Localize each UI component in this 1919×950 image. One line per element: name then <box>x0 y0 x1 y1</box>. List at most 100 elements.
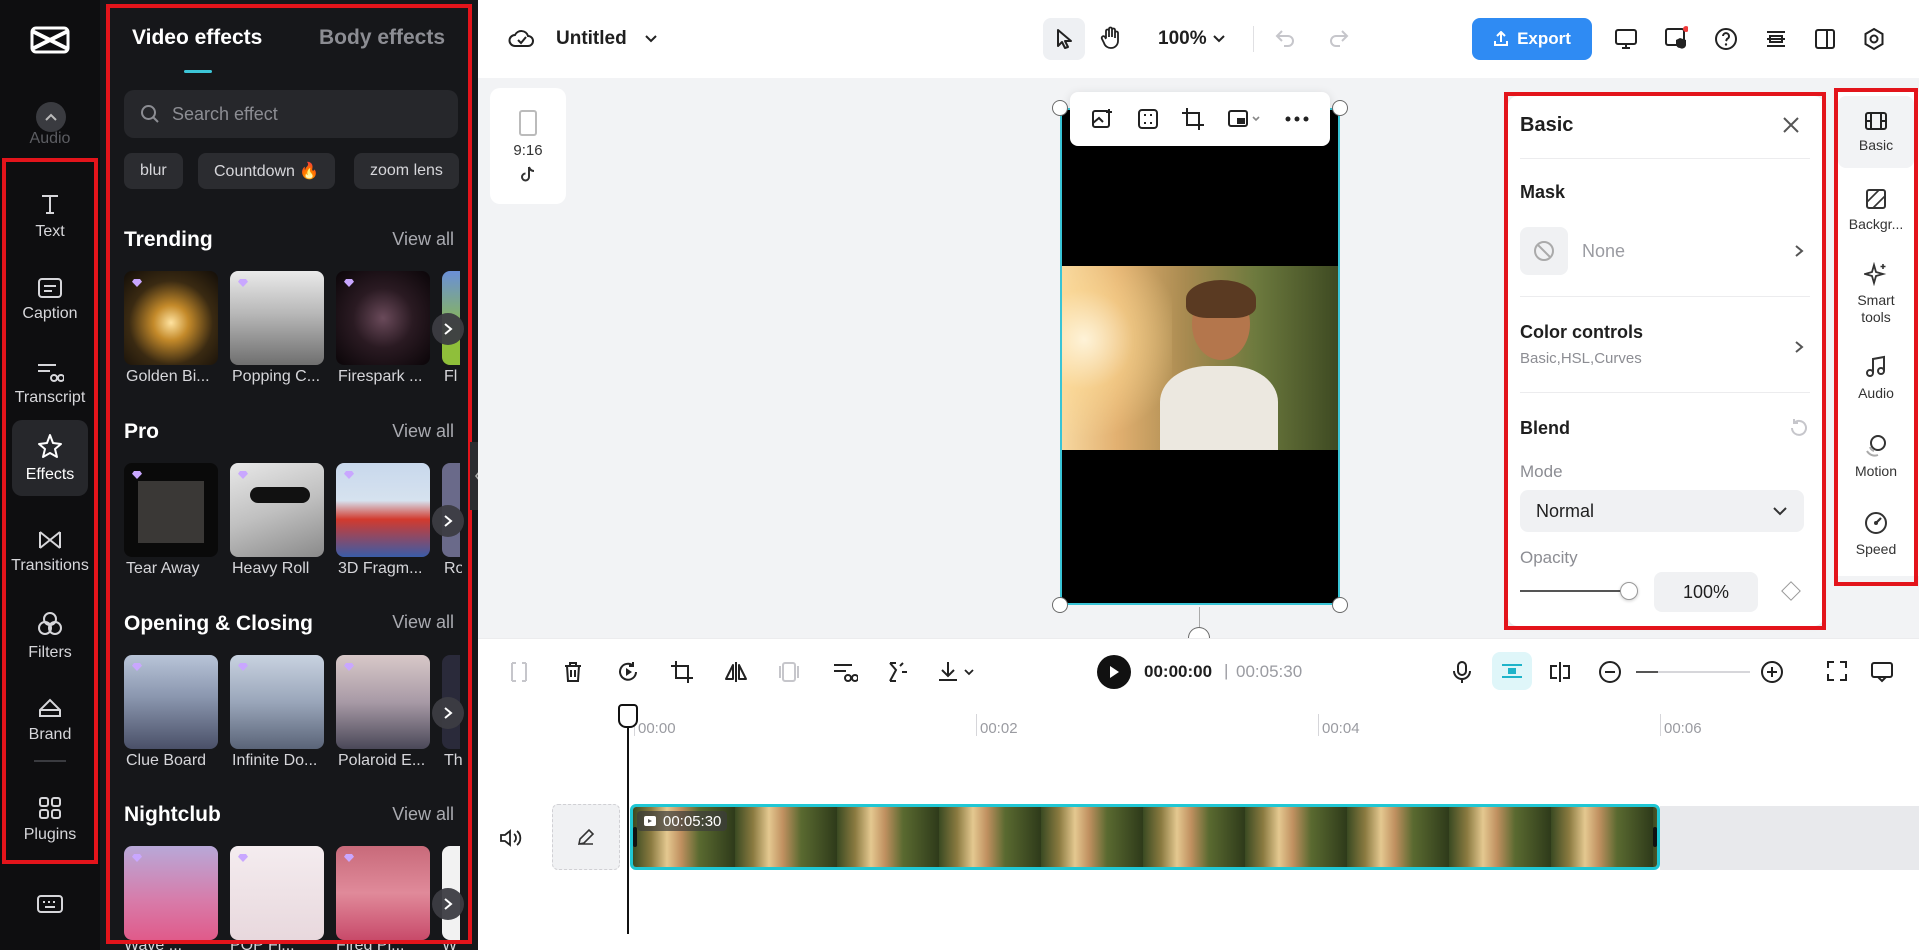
crop-icon[interactable] <box>670 660 694 684</box>
clip-trim-left[interactable] <box>633 827 637 847</box>
opacity-slider-track[interactable] <box>1520 590 1632 592</box>
video-canvas-frame[interactable] <box>1060 108 1340 605</box>
rail-item-filters[interactable]: Filters <box>12 598 88 674</box>
chevron-down-icon[interactable] <box>644 34 658 44</box>
redo-icon[interactable] <box>1328 28 1350 48</box>
microphone-icon[interactable] <box>1452 660 1472 684</box>
more-icon[interactable] <box>1285 116 1309 122</box>
effect-thumb[interactable] <box>336 271 430 365</box>
view-all-link[interactable]: View all <box>392 612 454 633</box>
crop-icon[interactable] <box>1181 107 1205 131</box>
view-all-link[interactable]: View all <box>392 421 454 442</box>
replace-media-icon[interactable] <box>1091 107 1115 131</box>
undo-icon[interactable] <box>1274 28 1296 48</box>
download-dropdown-icon[interactable] <box>936 660 976 684</box>
chevron-up-icon[interactable] <box>36 102 66 132</box>
timeline-zoom-slider[interactable] <box>1636 671 1750 673</box>
comment-icon[interactable] <box>1870 660 1894 684</box>
opacity-slider-knob[interactable] <box>1620 582 1638 600</box>
view-all-link[interactable]: View all <box>392 804 454 825</box>
track-cover-edit[interactable] <box>552 804 620 870</box>
search-box[interactable] <box>124 90 458 138</box>
hand-icon[interactable] <box>1100 26 1122 50</box>
chip-zoom-lens[interactable]: zoom lens <box>354 153 459 189</box>
rail-item-text[interactable]: Text <box>12 178 88 254</box>
effect-thumb[interactable] <box>124 655 218 749</box>
split-scene-icon[interactable] <box>832 660 858 684</box>
track-volume-icon[interactable] <box>498 828 522 848</box>
rail-audio-label[interactable]: Audio <box>0 130 100 148</box>
view-all-link[interactable]: View all <box>392 229 454 250</box>
rail-item-transitions[interactable]: Transitions <box>12 514 88 590</box>
effect-thumb[interactable] <box>124 846 218 940</box>
panel-layout-icon[interactable] <box>1814 28 1836 50</box>
split-disabled-icon[interactable] <box>508 660 530 684</box>
split-link-icon[interactable] <box>1548 660 1572 684</box>
close-icon[interactable] <box>1782 116 1800 134</box>
keyframe-diamond-icon[interactable] <box>1781 581 1801 601</box>
tab-video-effects[interactable]: Video effects <box>132 26 262 50</box>
tab-body-effects[interactable]: Body effects <box>319 26 445 50</box>
rr-item-audio[interactable]: Audio <box>1838 342 1914 414</box>
rail-item-brand[interactable]: Brand <box>12 682 88 758</box>
rail-item-plugins[interactable]: Plugins <box>12 782 88 858</box>
capcut-logo-icon[interactable] <box>30 24 70 56</box>
rail-item-effects[interactable]: Effects <box>12 420 88 496</box>
rr-item-smart-tools[interactable]: Smart tools <box>1838 252 1914 336</box>
effect-thumb[interactable] <box>230 655 324 749</box>
effect-thumb[interactable] <box>230 846 324 940</box>
rail-item-caption[interactable]: Caption <box>12 262 88 338</box>
opacity-input[interactable]: 100% <box>1654 572 1758 612</box>
play-button[interactable] <box>1097 655 1131 689</box>
chevron-right-icon[interactable] <box>1794 340 1804 354</box>
rr-item-background[interactable]: Backgr... <box>1838 174 1914 246</box>
rr-item-basic[interactable]: Basic <box>1838 96 1914 168</box>
effect-thumb[interactable] <box>124 463 218 557</box>
resize-handle[interactable] <box>1332 100 1348 116</box>
blend-mode-select[interactable]: Normal <box>1520 490 1804 532</box>
delete-icon[interactable] <box>562 660 584 684</box>
rr-item-motion[interactable]: Motion <box>1838 420 1914 492</box>
effect-thumb[interactable] <box>336 655 430 749</box>
project-title[interactable]: Untitled <box>556 28 627 50</box>
search-input[interactable] <box>172 104 432 125</box>
effect-thumb[interactable] <box>230 271 324 365</box>
clip-trim-right[interactable] <box>1653 827 1657 847</box>
pip-dropdown-icon[interactable] <box>1227 108 1263 130</box>
help-icon[interactable] <box>1714 27 1738 51</box>
fit-timeline-icon[interactable] <box>1826 660 1848 682</box>
cloud-icon[interactable] <box>508 28 534 48</box>
chevron-right-icon[interactable] <box>432 313 464 345</box>
chevron-right-icon[interactable] <box>432 697 464 729</box>
reset-icon[interactable] <box>1790 418 1808 436</box>
effect-thumb[interactable] <box>124 271 218 365</box>
shield-check-icon[interactable] <box>1664 26 1688 50</box>
rr-item-speed[interactable]: Speed <box>1838 498 1914 570</box>
select-pointer-button[interactable] <box>1043 18 1085 60</box>
layers-icon[interactable] <box>1764 28 1788 50</box>
video-clip[interactable]: 00:05:30 <box>630 804 1660 870</box>
resize-handle[interactable] <box>1052 597 1068 613</box>
color-controls-title[interactable]: Color controls <box>1520 322 1643 343</box>
rail-item-transcript[interactable]: Transcript <box>12 346 88 422</box>
freeze-icon[interactable] <box>778 660 800 684</box>
replay-icon[interactable] <box>616 660 640 684</box>
mirror-icon[interactable] <box>724 660 748 684</box>
chevron-right-icon[interactable] <box>432 505 464 537</box>
chevron-down-icon[interactable] <box>1212 34 1226 44</box>
resize-handle[interactable] <box>1332 597 1348 613</box>
chip-countdown[interactable]: Countdown 🔥 <box>198 153 335 189</box>
resize-handle[interactable] <box>1052 100 1068 116</box>
export-button[interactable]: Export <box>1472 18 1592 60</box>
effect-thumb[interactable] <box>336 846 430 940</box>
smart-split-icon[interactable] <box>886 660 910 684</box>
settings-icon[interactable] <box>1862 27 1886 51</box>
aspect-ratio-card[interactable]: 9:16 <box>490 88 566 204</box>
effect-thumb[interactable] <box>230 463 324 557</box>
zoom-level[interactable]: 100% <box>1158 28 1207 50</box>
mask-selector[interactable]: None <box>1520 226 1810 276</box>
chevron-right-icon[interactable] <box>432 888 464 920</box>
fit-icon[interactable] <box>1137 108 1159 130</box>
zoom-out-icon[interactable] <box>1598 660 1622 684</box>
chip-blur[interactable]: blur <box>124 153 183 189</box>
